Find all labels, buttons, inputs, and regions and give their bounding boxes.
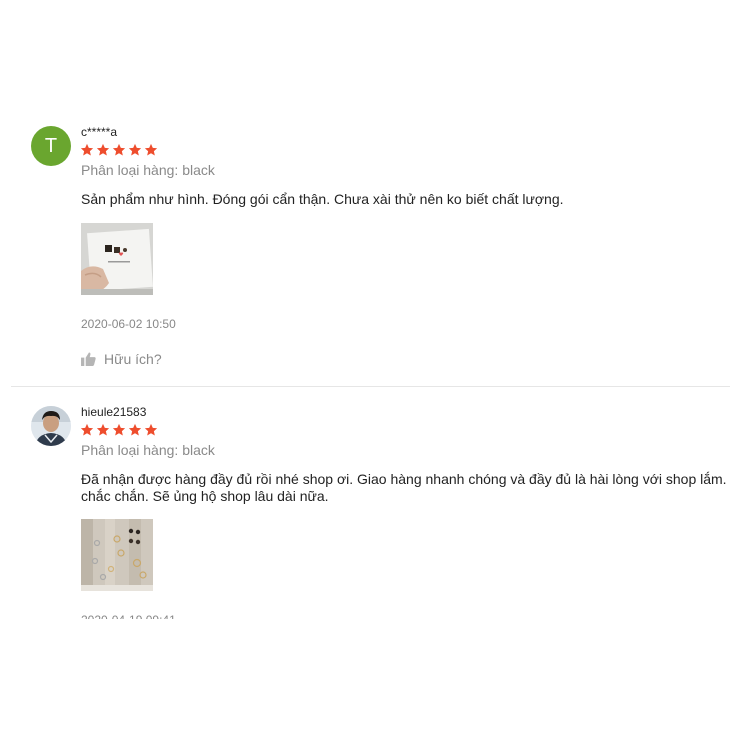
avatar-letter: T (44, 134, 58, 157)
star-icon (128, 423, 142, 436)
review-comment: Đã nhận được hàng đầy đủ rồi nhé shop ơi… (81, 471, 730, 505)
product-variation: Phân loại hàng: black (81, 162, 215, 178)
review-divider (11, 386, 730, 387)
star-icon (112, 143, 126, 156)
product-variation: Phân loại hàng: black (81, 442, 215, 458)
helpful-label: Hữu ích? (104, 351, 162, 367)
avatar[interactable] (31, 406, 71, 446)
review-comment: Sản phẩm như hình. Đóng gói cẩn thận. Ch… (81, 191, 564, 207)
star-icon (96, 423, 110, 436)
star-icon (144, 423, 158, 436)
review-photo-thumbnail[interactable] (81, 519, 153, 591)
thumbs-up-icon (81, 352, 96, 366)
star-icon (96, 143, 110, 156)
star-icon (112, 423, 126, 436)
earrings-on-wood-photo (81, 519, 153, 591)
review-timestamp: 2020-06-02 10:50 (81, 317, 176, 331)
review-photo-thumbnail[interactable] (81, 223, 153, 295)
star-icon (128, 143, 142, 156)
star-icon (144, 143, 158, 156)
review-comment-line: chắc chắn. Sẽ ủng hộ shop lâu dài nữa. (81, 488, 329, 504)
star-icon (80, 423, 94, 436)
reviewer-username[interactable]: hieule21583 (81, 405, 146, 419)
reviewer-username[interactable]: c*****a (81, 125, 117, 139)
earring-card-photo (81, 223, 153, 295)
rating-stars (80, 143, 158, 157)
review-timestamp: 2020-04-19 09:41 (81, 613, 176, 619)
avatar[interactable]: T (31, 126, 71, 166)
review-comment-line: Đã nhận được hàng đầy đủ rồi nhé shop ơi… (81, 471, 727, 487)
rating-stars (80, 423, 158, 437)
helpful-button[interactable]: Hữu ích? (81, 351, 162, 367)
star-icon (80, 143, 94, 156)
avatar-photo (31, 406, 71, 446)
